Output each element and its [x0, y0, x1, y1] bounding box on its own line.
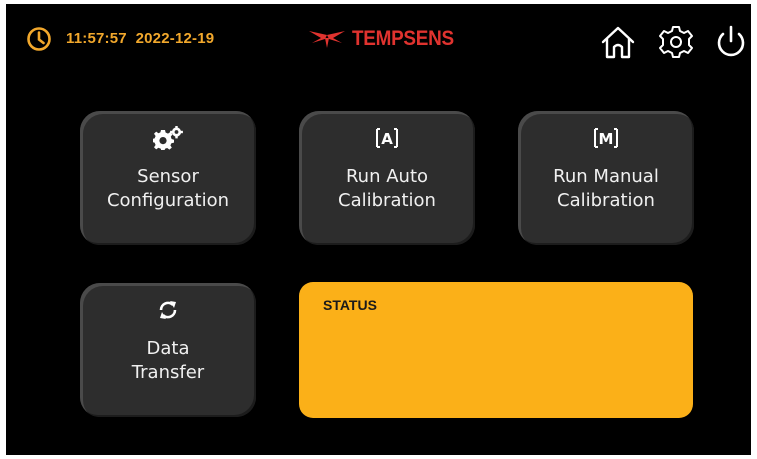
label-line-2: Calibration	[557, 190, 655, 211]
brand-mark-icon	[309, 31, 345, 48]
sync-icon	[159, 301, 177, 319]
label-line-2: Calibration	[338, 190, 436, 211]
status-panel: STATUS	[299, 282, 693, 418]
run-auto-calibration-button[interactable]: A Run Auto Calibration	[299, 111, 475, 245]
label-line-1: Sensor	[137, 166, 199, 187]
manual-M-icon: M	[594, 128, 618, 148]
label-line-1: Data	[146, 338, 190, 359]
label-line-1: Run Manual	[553, 166, 659, 187]
brand-name: TEMPSENS	[352, 27, 454, 50]
data-transfer-button[interactable]: Data Transfer	[80, 283, 256, 417]
svg-text:M: M	[599, 130, 614, 148]
tile-label: Run Manual Calibration	[518, 165, 694, 213]
svg-text:A: A	[381, 130, 393, 148]
datetime-display: 11:57:57 2022-12-19	[66, 30, 214, 47]
tile-label: Sensor Configuration	[80, 165, 256, 213]
tile-label: Data Transfer	[80, 337, 256, 385]
hmi-screen: 11:57:57 2022-12-19 TEMPSENS Sensor Conf…	[6, 4, 751, 455]
gears-icon	[153, 126, 183, 150]
sensor-configuration-button[interactable]: Sensor Configuration	[80, 111, 256, 245]
label-line-2: Transfer	[131, 362, 205, 383]
run-manual-calibration-button[interactable]: M Run Manual Calibration	[518, 111, 694, 245]
auto-A-icon: A	[376, 128, 398, 148]
brand-logo: TEMPSENS	[308, 26, 465, 52]
time-value: 11:57:57	[66, 30, 127, 47]
clock-icon	[27, 27, 51, 51]
status-title: STATUS	[323, 297, 377, 313]
home-icon[interactable]	[600, 24, 636, 60]
power-icon[interactable]	[713, 24, 749, 60]
label-line-1: Run Auto	[345, 166, 429, 187]
label-line-2: Configuration	[106, 190, 230, 211]
date-value: 2022-12-19	[135, 30, 215, 47]
settings-gear-icon[interactable]	[658, 24, 694, 60]
tile-label: Run Auto Calibration	[299, 165, 475, 213]
